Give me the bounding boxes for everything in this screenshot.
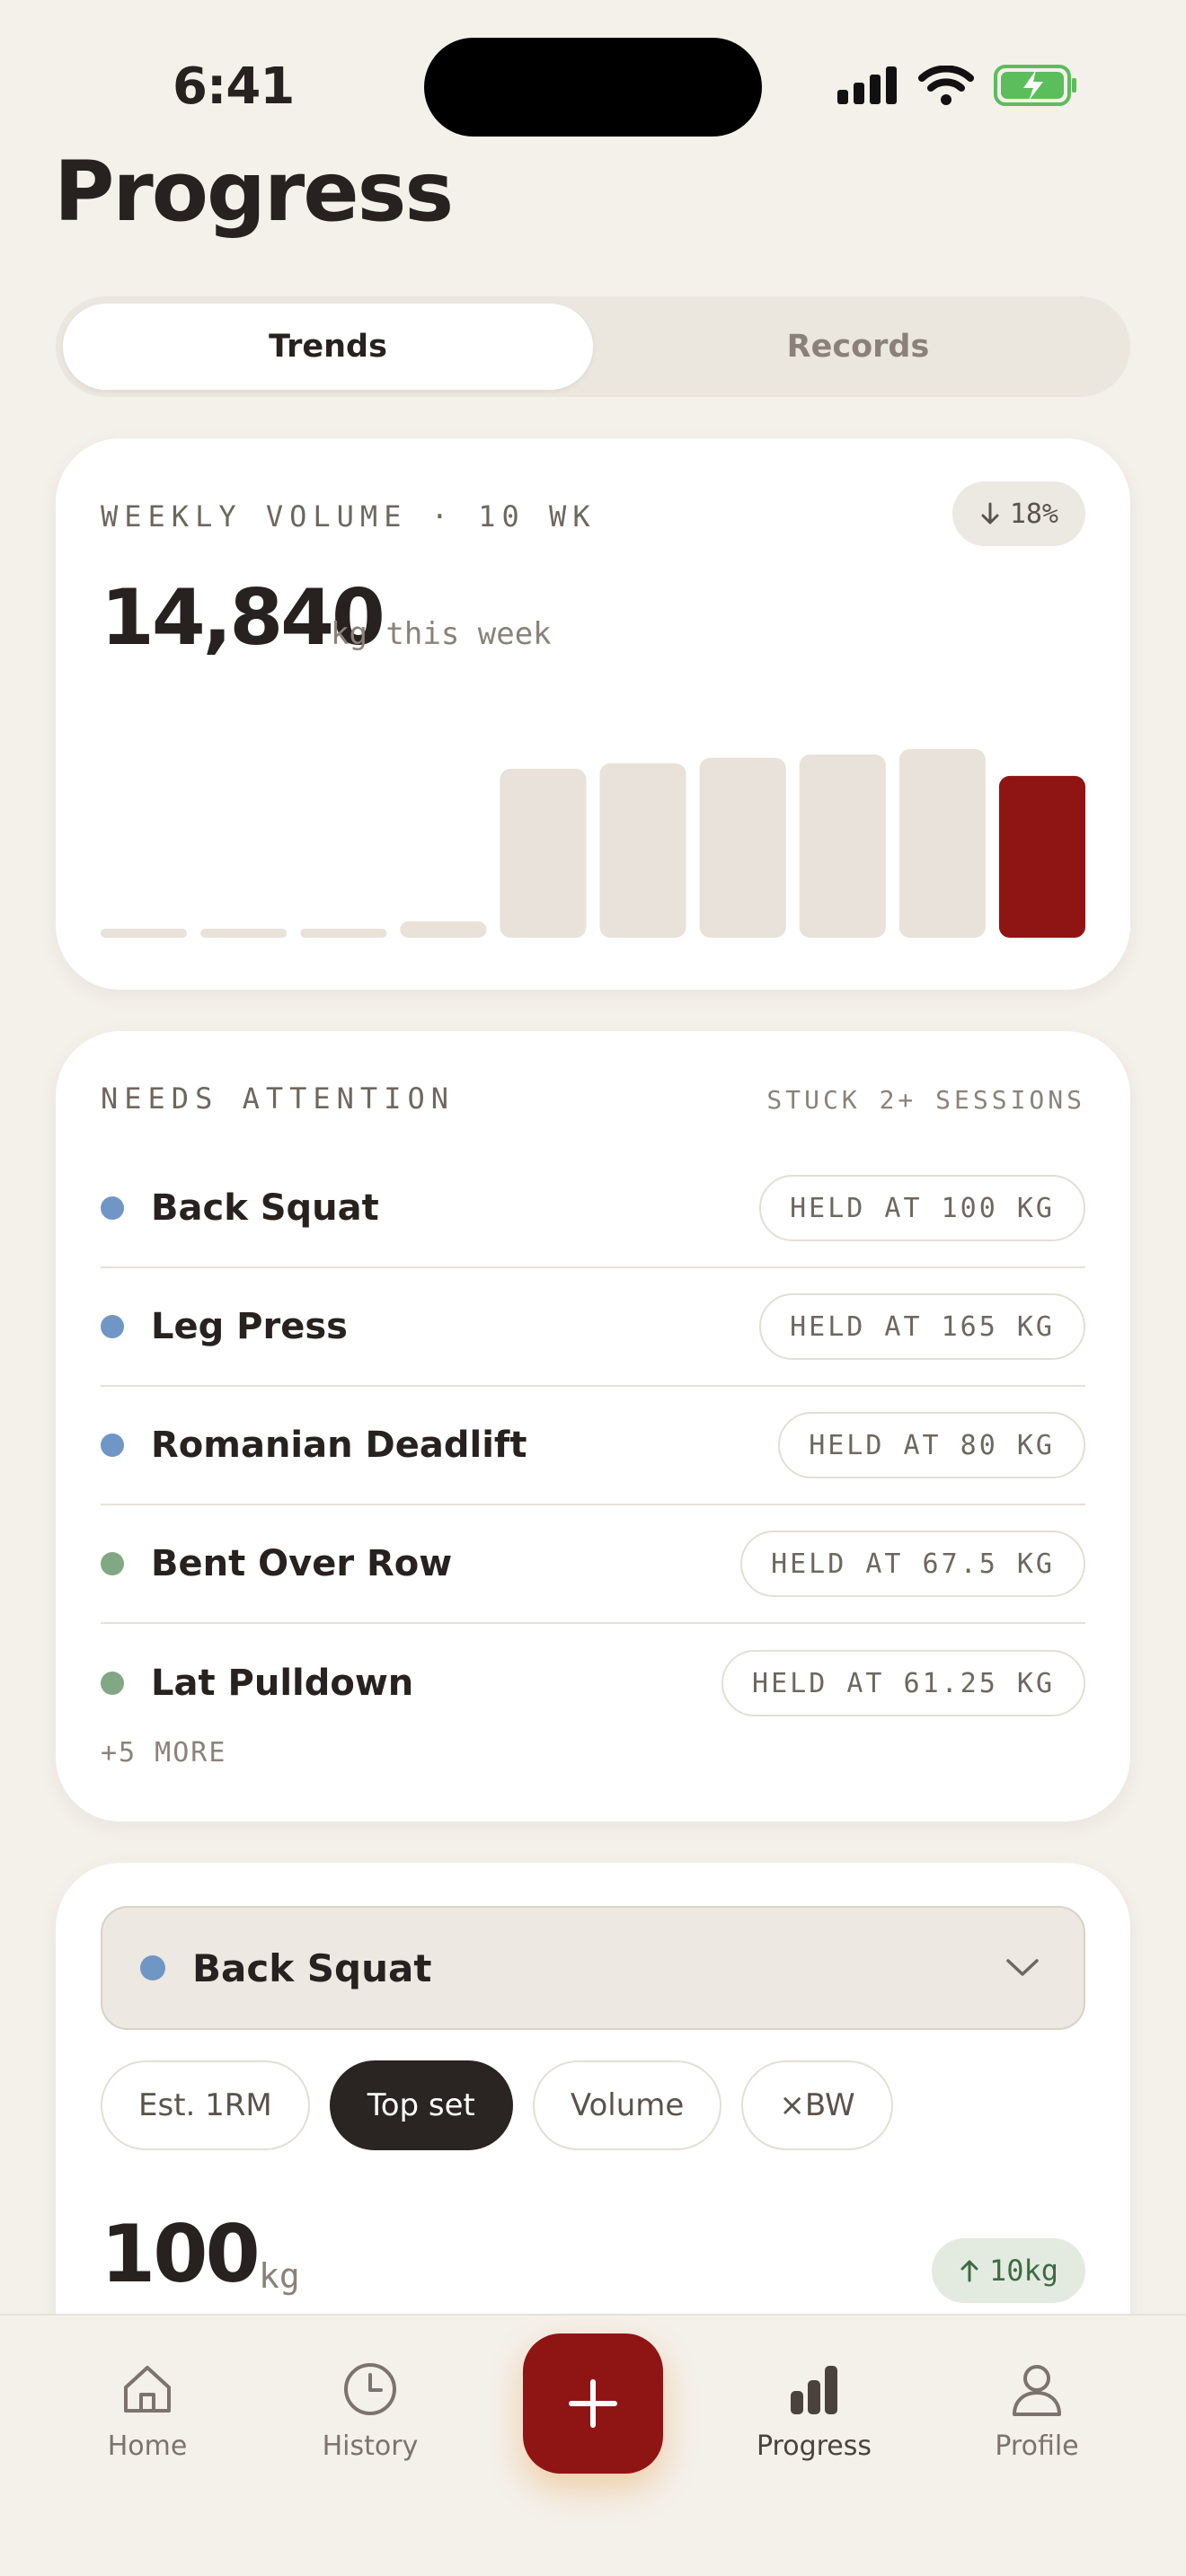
exercise-color-dot [140,1955,165,1981]
needs-attention-heading: NEEDS ATTENTION [101,1081,455,1116]
volume-bar [300,929,387,938]
metric-top-set[interactable]: Top set [329,2060,513,2150]
exercise-color-dot [101,1196,124,1220]
weekly-volume-card: WEEKLY VOLUME · 10 WK 18% 14,840 kg this… [56,438,1130,990]
tab-history[interactable]: History [280,2360,460,2462]
tab-profile[interactable]: Profile [947,2360,1127,2462]
held-status-pill: HELD AT 61.25 KG [721,1650,1085,1716]
needs-attention-card: NEEDS ATTENTION STUCK 2+ SESSIONS Back S… [56,1031,1130,1822]
volume-trend-badge: 18% [951,481,1085,546]
metric-volume[interactable]: Volume [532,2060,722,2150]
top-set-unit: kg [259,2256,300,2296]
attention-item[interactable]: Lat Pulldown HELD AT 61.25 KG [101,1624,1085,1742]
exercise-name: Romanian Deadlift [151,1425,527,1466]
volume-bar [500,768,587,938]
volume-bar [101,929,188,938]
tab-bar: Home History Progress Profile [0,2314,1186,2576]
attention-item[interactable]: Leg Press HELD AT 165 KG [101,1268,1085,1387]
weekly-volume-chart [101,749,1085,938]
tab-records[interactable]: Records [593,304,1123,390]
tab-history-label: History [322,2430,419,2462]
exercise-color-dot [101,1672,124,1695]
exercise-select[interactable]: Back Squat [101,1906,1085,2030]
wifi-icon [918,66,974,105]
battery-charging-icon [994,65,1076,106]
exercise-color-dot [101,1434,124,1457]
arrow-down-icon [981,502,999,525]
attention-item[interactable]: Romanian Deadlift HELD AT 80 KG [101,1387,1085,1505]
volume-bar [599,763,686,938]
exercise-name: Lat Pulldown [151,1663,414,1704]
exercise-color-dot [101,1552,124,1575]
page-title: Progress [54,144,454,240]
top-set-value: 100 [101,2208,261,2300]
metric-selector: Est. 1RM Top set Volume ×BW [101,2060,893,2150]
tab-profile-label: Profile [995,2430,1079,2462]
tab-trends[interactable]: Trends [63,304,593,390]
volume-bar [998,775,1085,938]
volume-bar [799,754,886,938]
clock-icon [344,2363,396,2415]
volume-bar [898,749,986,938]
selected-exercise: Back Squat [192,1945,432,1990]
metric-est-1rm[interactable]: Est. 1RM [101,2060,310,2150]
attention-list: Back Squat HELD AT 100 KG Leg Press HELD… [101,1150,1085,1742]
home-icon [124,2366,171,2413]
cellular-signal-icon [837,66,897,104]
volume-trend-value: 18% [1009,498,1058,530]
tab-home-label: Home [107,2430,188,2462]
weekly-volume-heading: WEEKLY VOLUME · 10 WK [101,499,597,534]
metric-bodyweight-ratio[interactable]: ×BW [741,2060,893,2150]
tab-progress-label: Progress [756,2430,872,2462]
held-status-pill: HELD AT 100 KG [759,1175,1085,1241]
chevron-down-icon [1006,1959,1039,1976]
held-status-pill: HELD AT 67.5 KG [740,1531,1085,1597]
exercise-name: Back Squat [151,1187,379,1229]
arrow-up-icon [960,2260,978,2282]
volume-bar [400,921,487,938]
delta-value: 10kg [988,2254,1058,2288]
status-time: 6:41 [173,57,295,116]
show-more-link[interactable]: +5 MORE [101,1737,226,1769]
held-status-pill: HELD AT 80 KG [778,1412,1085,1478]
volume-bar [699,757,786,938]
exercise-name: Leg Press [151,1306,348,1347]
add-workout-button[interactable] [523,2333,663,2474]
plus-icon [569,2379,617,2428]
held-status-pill: HELD AT 165 KG [759,1293,1085,1360]
exercise-name: Bent Over Row [151,1543,453,1584]
delta-badge: 10kg [931,2238,1085,2303]
attention-item[interactable]: Back Squat HELD AT 100 KG [101,1150,1085,1268]
dynamic-island [424,38,762,137]
bar-chart-icon [791,2366,837,2414]
exercise-color-dot [101,1315,124,1338]
status-icons [837,65,1078,106]
volume-bar [200,929,288,938]
tab-progress[interactable]: Progress [724,2360,904,2462]
needs-attention-subtitle: STUCK 2+ SESSIONS [766,1085,1085,1115]
tab-home[interactable]: Home [58,2360,237,2462]
segmented-control: Trends Records [56,296,1130,397]
profile-icon [1013,2365,1061,2416]
attention-item[interactable]: Bent Over Row HELD AT 67.5 KG [101,1505,1085,1624]
weekly-volume-unit: kg this week [331,616,552,652]
